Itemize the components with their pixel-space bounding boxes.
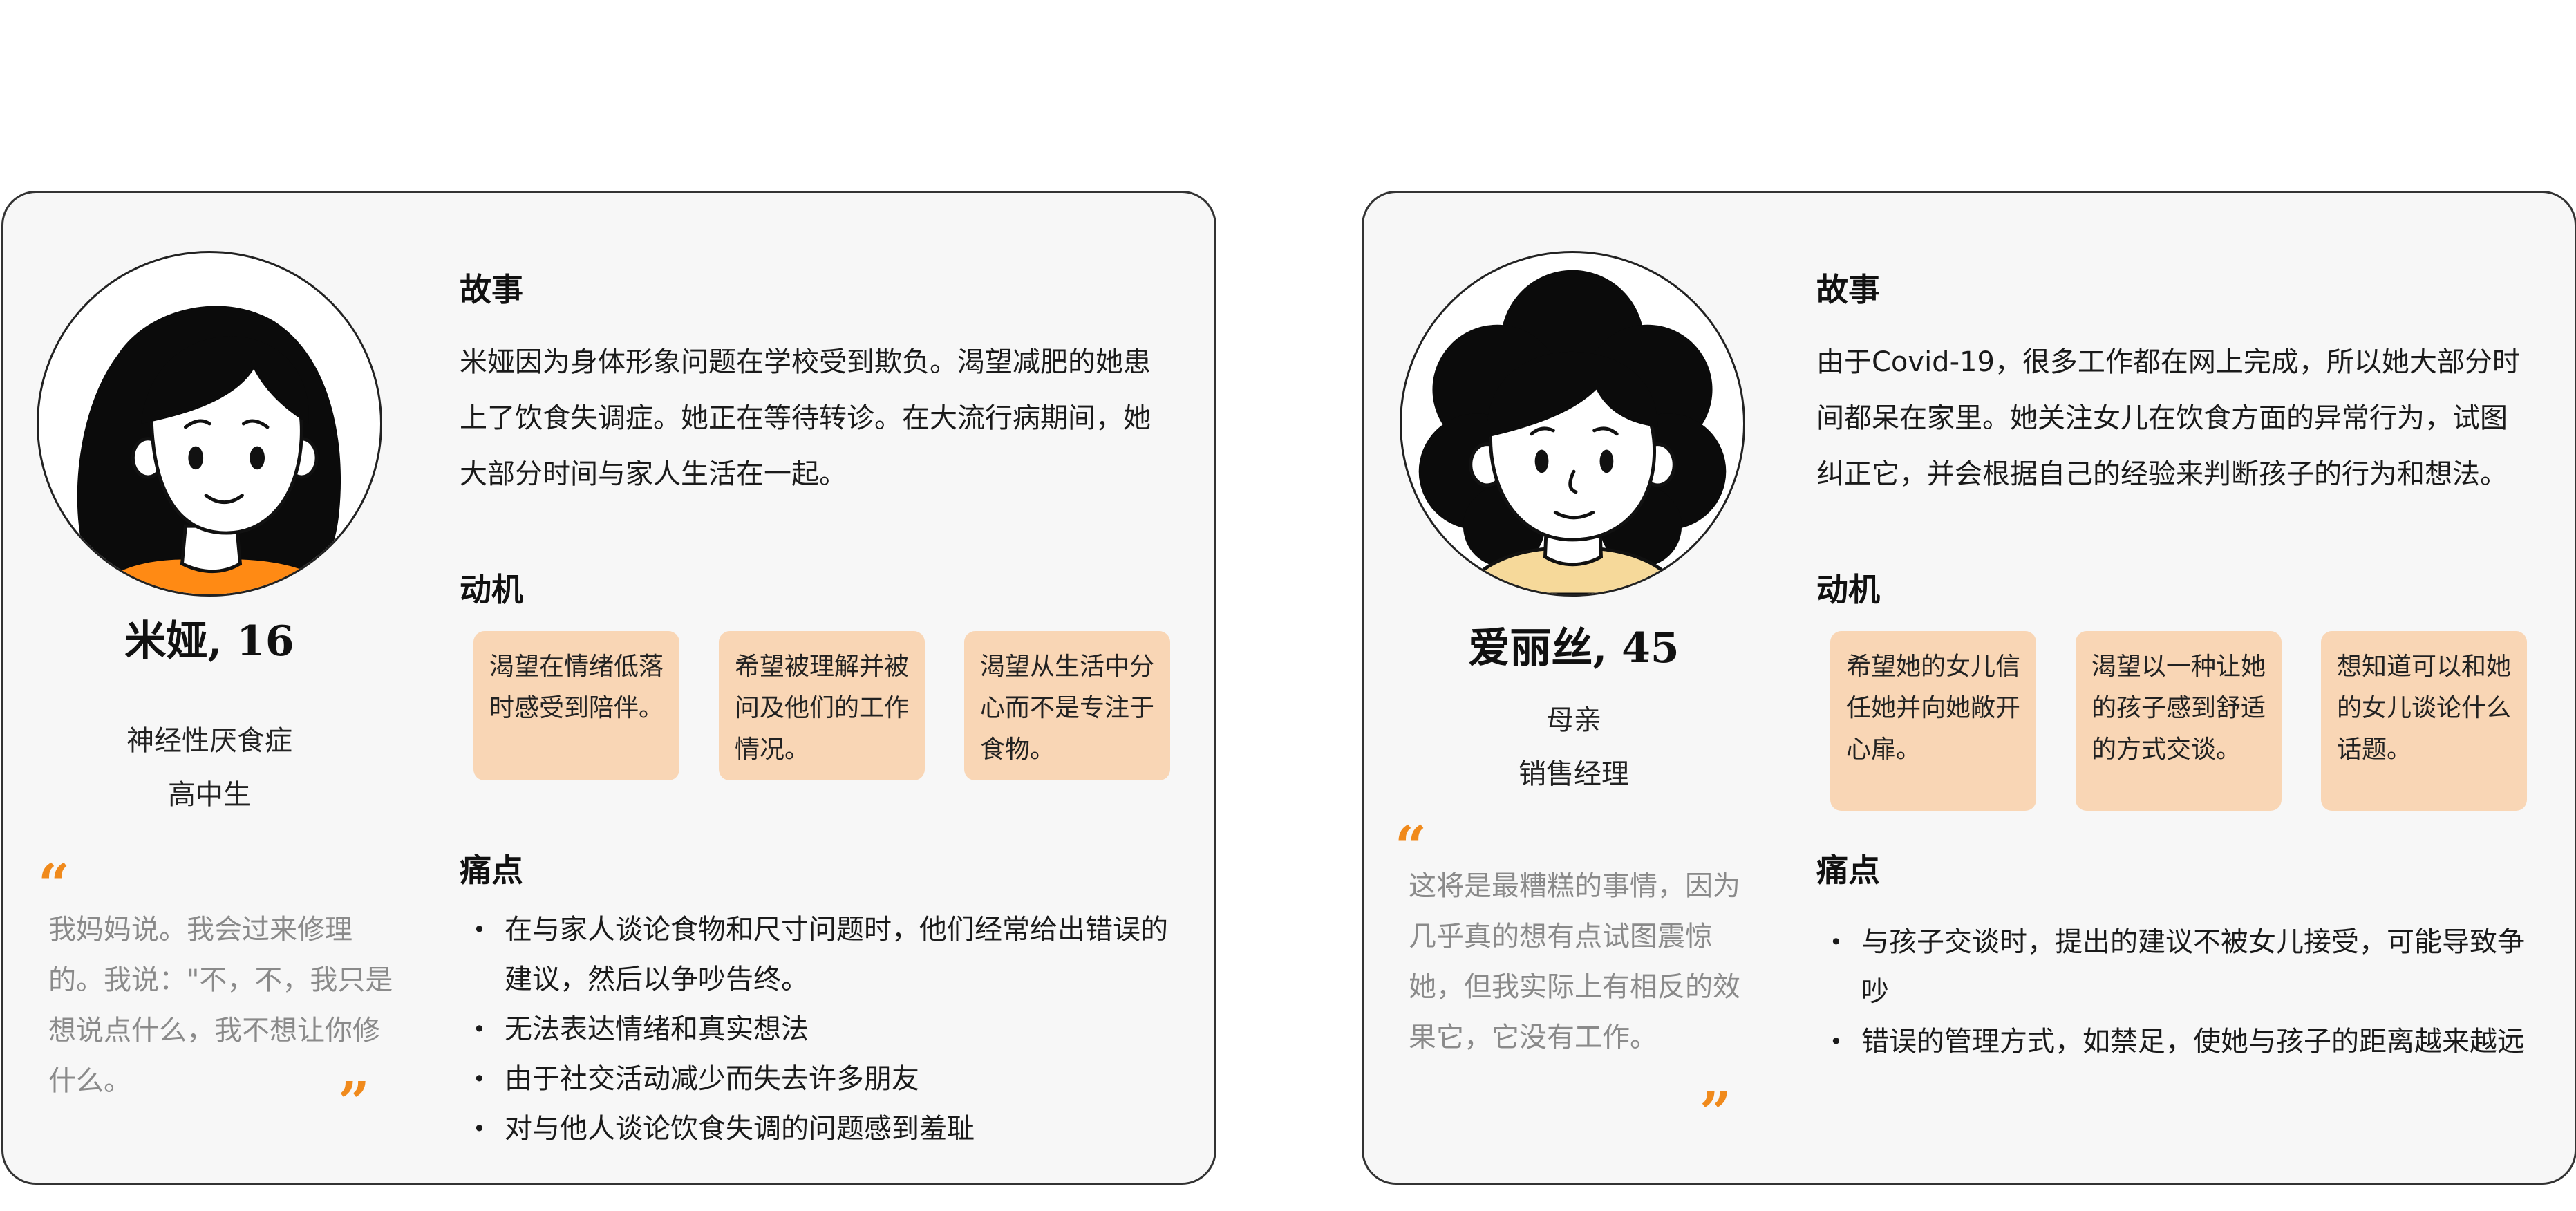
motivation-title: 动机	[460, 571, 523, 608]
motivation-card: 渴望在情绪低落时感受到陪伴。	[473, 631, 679, 780]
pain-title: 痛点	[1816, 852, 1880, 889]
avatar-mia	[37, 251, 382, 597]
quote-close-icon: ”	[338, 1069, 370, 1134]
avatar-alice	[1400, 251, 1745, 597]
pain-point: 与孩子交谈时，提出的建议不被女儿接受，可能导致争吵	[1820, 917, 2532, 1017]
pain-point: 由于社交活动减少而失去许多朋友	[463, 1054, 1175, 1104]
motivation-card: 希望她的女儿信任她并向她敞开心扉。	[1830, 631, 2036, 811]
motivation-card: 希望被理解并被问及他们的工作情况。	[719, 631, 925, 780]
story-text: 米娅因为身体形象问题在学校受到欺负。渴望减肥的她患上了饮食失调症。她正在等待转诊…	[460, 346, 1151, 490]
mother-avatar-icon	[1418, 270, 1727, 594]
motivation-card: 想知道可以和她的女儿谈论什么话题。	[2321, 631, 2527, 811]
persona-name: 米娅, 16	[124, 617, 294, 666]
story-title: 故事	[1816, 271, 1880, 308]
pain-title: 痛点	[460, 852, 523, 889]
persona-occupation: 销售经理	[1519, 758, 1629, 790]
persona-card-alice: 爱丽丝, 45 母亲 销售经理 “ 这将是最糟糕的事情，因为几乎真的想有点试图震…	[1362, 191, 2576, 1185]
pain-point: 错误的管理方式，如禁足，使她与孩子的距离越来越远	[1820, 1017, 2532, 1067]
story-text: 由于Covid-19，很多工作都在网上完成，所以她大部分时间都呆在家里。她关注女…	[1816, 346, 2520, 490]
pain-points-list: 与孩子交谈时，提出的建议不被女儿接受，可能导致争吵 错误的管理方式，如禁足，使她…	[1820, 917, 2532, 1067]
pain-point: 无法表达情绪和真实想法	[463, 1004, 1175, 1054]
pain-point: 在与家人谈论食物和尺寸问题时，他们经常给出错误的建议，然后以争吵告终。	[463, 905, 1175, 1004]
persona-quote: 这将是最糟糕的事情，因为几乎真的想有点试图震惊她，但我实际上有相反的效果它，它没…	[1409, 870, 1740, 1053]
persona-occupation: 高中生	[168, 779, 251, 811]
quote-close-icon: ”	[1700, 1080, 1732, 1145]
girl-avatar-icon	[77, 306, 341, 594]
persona-role: 母亲	[1546, 704, 1601, 736]
persona-name: 爱丽丝, 45	[1468, 624, 1680, 673]
persona-condition: 神经性厌食症	[126, 725, 292, 757]
motivation-card: 渴望以一种让她的孩子感到舒适的方式交谈。	[2076, 631, 2282, 811]
motivation-card: 渴望从生活中分心而不是专注于食物。	[964, 631, 1170, 780]
pain-points-list: 在与家人谈论食物和尺寸问题时，他们经常给出错误的建议，然后以争吵告终。 无法表达…	[463, 905, 1175, 1154]
motivation-title: 动机	[1816, 571, 1880, 608]
persona-card-mia: 米娅, 16 神经性厌食症 高中生 “ 我妈妈说。我会过来修理的。我说："不，不…	[1, 191, 1216, 1185]
story-title: 故事	[460, 271, 523, 308]
quote-open-icon: “	[38, 852, 70, 917]
pain-point: 对与他人谈论饮食失调的问题感到羞耻	[463, 1104, 1175, 1154]
